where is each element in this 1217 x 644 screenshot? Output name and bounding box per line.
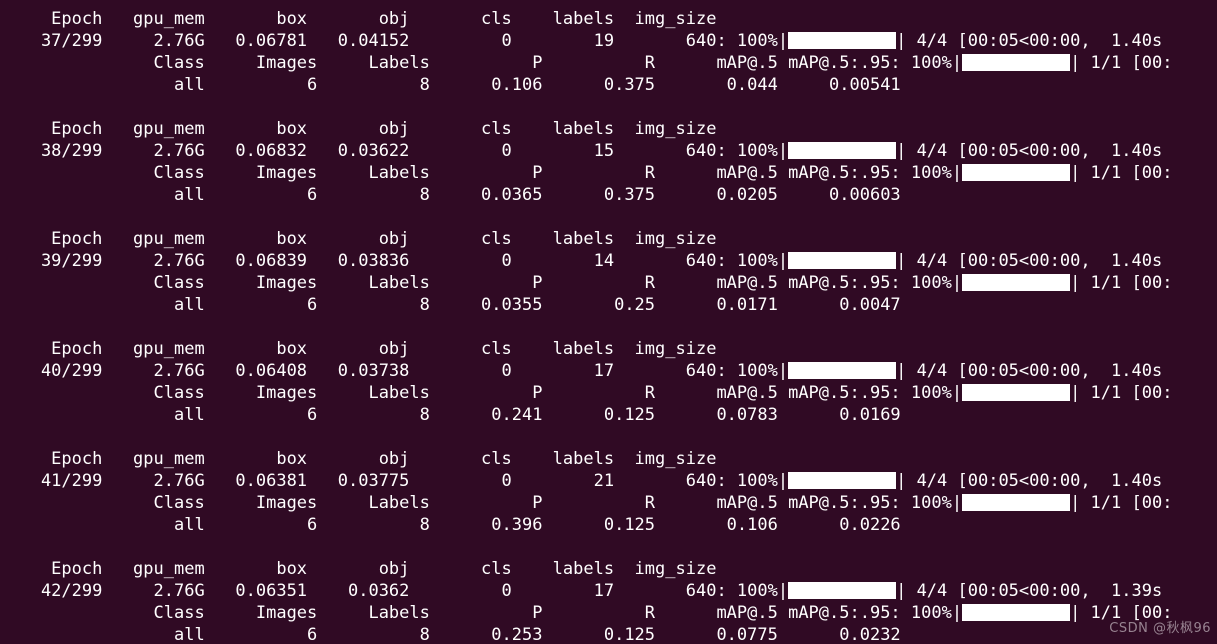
progress-bar: [962, 274, 1071, 291]
line-text-before-bar: 42/299 2.76G 0.06351 0.0362 0 17 640: 10…: [0, 581, 789, 601]
line-text-after-bar: | 4/4 [00:05<00:00, 1.39s: [896, 581, 1163, 601]
terminal-line-val-row: all 6 8 0.0355 0.25 0.0171 0.0047: [0, 295, 901, 315]
terminal-line-train-header: Epoch gpu_mem box obj cls labels img_siz…: [0, 559, 717, 579]
terminal-line-val-header: Class Images Labels P R mAP@.5 mAP@.5:.9…: [0, 492, 1217, 514]
progress-bar: [962, 54, 1071, 71]
terminal-line-train-header: Epoch gpu_mem box obj cls labels img_siz…: [0, 229, 717, 249]
line-text-before-bar: Class Images Labels P R mAP@.5 mAP@.5:.9…: [0, 493, 963, 513]
terminal-line-train-header: Epoch gpu_mem box obj cls labels img_siz…: [0, 119, 717, 139]
progress-bar: [788, 472, 897, 489]
line-text-before-bar: Class Images Labels P R mAP@.5 mAP@.5:.9…: [0, 273, 963, 293]
terminal-line-train-header: Epoch gpu_mem box obj cls labels img_siz…: [0, 339, 717, 359]
line-text-after-bar: | 4/4 [00:05<00:00, 1.40s: [896, 31, 1163, 51]
line-text-before-bar: Class Images Labels P R mAP@.5 mAP@.5:.9…: [0, 603, 963, 623]
terminal-line-val-header: Class Images Labels P R mAP@.5 mAP@.5:.9…: [0, 602, 1217, 624]
progress-bar: [962, 384, 1071, 401]
line-text-after-bar: | 4/4 [00:05<00:00, 1.40s: [896, 471, 1163, 491]
line-text-before-bar: Class Images Labels P R mAP@.5 mAP@.5:.9…: [0, 53, 963, 73]
progress-bar: [962, 164, 1071, 181]
terminal-line-train-row: 41/299 2.76G 0.06381 0.03775 0 21 640: 1…: [0, 470, 1217, 492]
terminal-line-val-row: all 6 8 0.241 0.125 0.0783 0.0169: [0, 405, 901, 425]
terminal-line-val-row: all 6 8 0.253 0.125 0.0775 0.0232: [0, 625, 901, 644]
progress-bar: [962, 604, 1071, 621]
line-text-before-bar: 41/299 2.76G 0.06381 0.03775 0 21 640: 1…: [0, 471, 789, 491]
terminal-line-val-header: Class Images Labels P R mAP@.5 mAP@.5:.9…: [0, 162, 1217, 184]
terminal-line-val-header: Class Images Labels P R mAP@.5 mAP@.5:.9…: [0, 382, 1217, 404]
line-text-after-bar: | 1/1 [00:: [1070, 383, 1173, 403]
line-text-after-bar: | 4/4 [00:05<00:00, 1.40s: [896, 361, 1163, 381]
terminal-line-train-header: Epoch gpu_mem box obj cls labels img_siz…: [0, 449, 717, 469]
line-text-before-bar: Class Images Labels P R mAP@.5 mAP@.5:.9…: [0, 383, 963, 403]
terminal-line-val-header: Class Images Labels P R mAP@.5 mAP@.5:.9…: [0, 52, 1217, 74]
line-text-after-bar: | 4/4 [00:05<00:00, 1.40s: [896, 251, 1163, 271]
terminal-line-val-row: all 6 8 0.396 0.125 0.106 0.0226: [0, 515, 901, 535]
line-text-after-bar: | 1/1 [00:: [1070, 273, 1173, 293]
line-text-after-bar: | 4/4 [00:05<00:00, 1.40s: [896, 141, 1163, 161]
progress-bar: [788, 142, 897, 159]
terminal-line-train-row: 38/299 2.76G 0.06832 0.03622 0 15 640: 1…: [0, 140, 1217, 162]
terminal-line-train-row: 37/299 2.76G 0.06781 0.04152 0 19 640: 1…: [0, 30, 1217, 52]
terminal-line-train-row: 40/299 2.76G 0.06408 0.03738 0 17 640: 1…: [0, 360, 1217, 382]
terminal-line-val-row: all 6 8 0.0365 0.375 0.0205 0.00603: [0, 185, 901, 205]
terminal-line-val-header: Class Images Labels P R mAP@.5 mAP@.5:.9…: [0, 272, 1217, 294]
progress-bar: [788, 362, 897, 379]
line-text-after-bar: | 1/1 [00:: [1070, 603, 1173, 623]
line-text-before-bar: 38/299 2.76G 0.06832 0.03622 0 15 640: 1…: [0, 141, 789, 161]
line-text-after-bar: | 1/1 [00:: [1070, 163, 1173, 183]
terminal-output: Epoch gpu_mem box obj cls labels img_siz…: [0, 8, 1217, 644]
terminal-line-train-header: Epoch gpu_mem box obj cls labels img_siz…: [0, 9, 717, 29]
line-text-after-bar: | 1/1 [00:: [1070, 53, 1173, 73]
line-text-before-bar: Class Images Labels P R mAP@.5 mAP@.5:.9…: [0, 163, 963, 183]
terminal-line-train-row: 42/299 2.76G 0.06351 0.0362 0 17 640: 10…: [0, 580, 1217, 602]
line-text-before-bar: 39/299 2.76G 0.06839 0.03836 0 14 640: 1…: [0, 251, 789, 271]
progress-bar: [788, 32, 897, 49]
line-text-after-bar: | 1/1 [00:: [1070, 493, 1173, 513]
terminal-line-val-row: all 6 8 0.106 0.375 0.044 0.00541: [0, 75, 901, 95]
line-text-before-bar: 37/299 2.76G 0.06781 0.04152 0 19 640: 1…: [0, 31, 789, 51]
progress-bar: [788, 252, 897, 269]
progress-bar: [788, 582, 897, 599]
terminal-line-train-row: 39/299 2.76G 0.06839 0.03836 0 14 640: 1…: [0, 250, 1217, 272]
terminal-window[interactable]: Epoch gpu_mem box obj cls labels img_siz…: [0, 0, 1217, 644]
line-text-before-bar: 40/299 2.76G 0.06408 0.03738 0 17 640: 1…: [0, 361, 789, 381]
progress-bar: [962, 494, 1071, 511]
